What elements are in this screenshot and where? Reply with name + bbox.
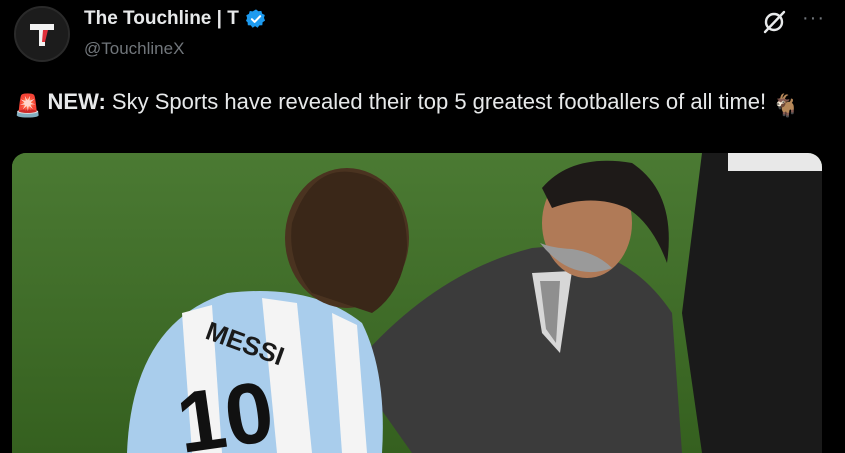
tweet-body: Sky Sports have revealed their top 5 gre…: [105, 89, 767, 114]
grok-icon[interactable]: [760, 8, 788, 36]
photo-illustration: MESSI 10: [12, 153, 822, 453]
jersey-number: 10: [171, 363, 279, 453]
tweet-text: 🚨 NEW: Sky Sports have revealed their to…: [14, 86, 824, 122]
verified-badge-icon: [245, 9, 265, 28]
more-options-button[interactable]: ···: [802, 8, 825, 28]
tweet-image[interactable]: MESSI 10: [12, 153, 822, 453]
author-handle[interactable]: @TouchlineX: [84, 39, 184, 59]
siren-icon: 🚨: [14, 93, 42, 118]
tweet-lead: NEW:: [47, 89, 106, 114]
goat-icon: 🐐: [772, 93, 800, 118]
author-avatar[interactable]: [14, 6, 70, 62]
author-name-row[interactable]: The Touchline | T: [84, 8, 267, 30]
touchline-logo: [16, 8, 68, 60]
author-display-name[interactable]: The Touchline | T: [84, 8, 239, 30]
